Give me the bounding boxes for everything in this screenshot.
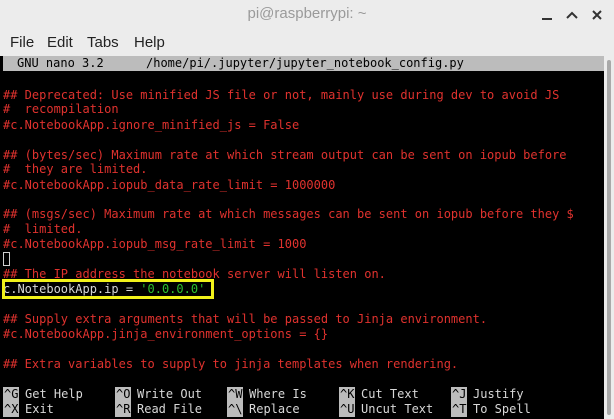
maximize-icon[interactable]	[563, 6, 581, 24]
menu-file[interactable]: File	[10, 34, 34, 51]
shortcut-label: To Spell	[473, 402, 531, 416]
window-title: pi@raspberrypi: ~	[247, 5, 367, 22]
shortcut-key[interactable]: ^T	[451, 402, 468, 417]
shortcut-key[interactable]: ^U	[339, 402, 356, 417]
shortcut-key[interactable]: ^O	[115, 387, 132, 402]
code-line: ## (bytes/sec) Maximum rate at which str…	[3, 148, 567, 162]
code-line: ## (msgs/sec) Maximum rate at which mess…	[3, 207, 574, 221]
shortcut-key[interactable]: ^J	[451, 387, 468, 402]
menu-help[interactable]: Help	[134, 34, 165, 51]
nano-filepath: /home/pi/.jupyter/jupyter_notebook_confi…	[146, 56, 464, 70]
shortcut-label: Read File	[137, 402, 203, 416]
code-line: #c.NotebookApp.iopub_msg_rate_limit = 10…	[3, 237, 307, 251]
shortcut-label: Uncut Text	[361, 402, 434, 416]
shortcut-label: Exit	[25, 402, 54, 416]
title-bar[interactable]: pi@raspberrypi: ~	[0, 0, 614, 31]
scrollbar-thumb[interactable]	[607, 60, 611, 415]
menu-edit[interactable]: Edit	[47, 34, 73, 51]
nano-version: GNU nano 3.2	[17, 56, 104, 70]
scrollbar[interactable]	[604, 56, 614, 419]
minimize-icon[interactable]	[538, 6, 556, 24]
shortcut-key[interactable]: ^\	[227, 402, 244, 417]
shortcut-label: Where Is	[249, 387, 307, 401]
code-line: ## Deprecated: Use minified JS file or n…	[3, 88, 560, 102]
shortcut-key[interactable]: ^R	[115, 402, 132, 417]
text-cursor	[3, 252, 10, 266]
nano-header: GNU nano 3.2 /home/pi/.jupyter/jupyter_n…	[3, 56, 604, 71]
code-line: # they are limited.	[3, 162, 148, 176]
shortcut-label: Get Help	[25, 387, 83, 401]
shortcut-label: Cut Text	[361, 387, 419, 401]
highlight-box	[2, 279, 214, 299]
shortcut-key[interactable]: ^X	[3, 402, 20, 417]
shortcut-key[interactable]: ^K	[339, 387, 356, 402]
code-line: # recompilation	[3, 102, 119, 116]
menu-tabs[interactable]: Tabs	[87, 34, 119, 51]
code-line: #c.NotebookApp.jinja_environment_options…	[3, 327, 329, 341]
code-line: #c.NotebookApp.iopub_data_rate_limit = 1…	[3, 178, 336, 192]
close-icon[interactable]	[588, 6, 606, 24]
shortcut-key[interactable]: ^W	[227, 387, 244, 402]
shortcut-label: Justify	[473, 387, 524, 401]
terminal-content[interactable]: GNU nano 3.2 /home/pi/.jupyter/jupyter_n…	[0, 56, 604, 419]
code-line: # limited.	[3, 222, 83, 236]
shortcut-label: Write Out	[137, 387, 203, 401]
shortcut-label: Replace	[249, 402, 300, 416]
code-line: ## Extra variables to supply to jinja te…	[3, 357, 459, 371]
code-line: #c.NotebookApp.ignore_minified_js = Fals…	[3, 118, 300, 132]
menu-bar: File Edit Tabs Help	[0, 30, 614, 56]
terminal-window: pi@raspberrypi: ~ File Edit Tabs Help GN…	[0, 0, 614, 419]
code-line: ## Supply extra arguments that will be p…	[3, 312, 488, 326]
shortcut-key[interactable]: ^G	[3, 387, 20, 402]
